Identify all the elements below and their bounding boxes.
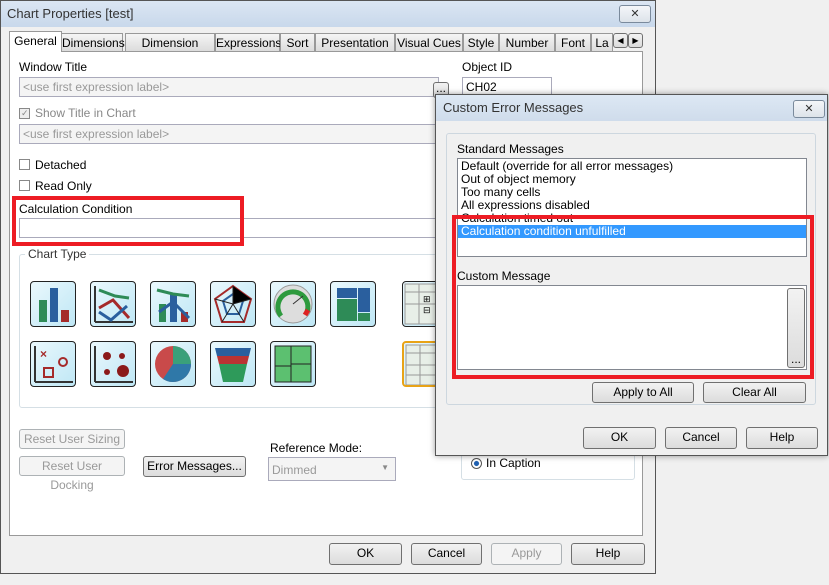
line-chart-icon[interactable] <box>90 281 136 327</box>
reset-user-sizing-button[interactable]: Reset User Sizing <box>19 429 125 449</box>
show-title-label: Show Title in Chart <box>35 106 136 120</box>
in-caption-label: In Caption <box>486 456 541 470</box>
highlight-box-calc-condition <box>12 196 244 246</box>
combo-chart-icon[interactable] <box>150 281 196 327</box>
error-dialog-title-bar: Custom Error Messages ✕ <box>436 95 827 121</box>
error-messages-button[interactable]: Error Messages... <box>143 456 246 477</box>
scatter-chart-icon[interactable]: × <box>30 341 76 387</box>
gauge-chart-icon[interactable] <box>270 281 316 327</box>
tab-general[interactable]: General <box>9 31 62 52</box>
funnel-chart-icon[interactable] <box>210 341 256 387</box>
tab-expressions[interactable]: Expressions <box>215 33 281 51</box>
tab-number[interactable]: Number <box>499 33 555 51</box>
block-chart-icon[interactable] <box>270 341 316 387</box>
error-ok-button[interactable]: OK <box>583 427 656 449</box>
tab-style[interactable]: Style <box>463 33 499 51</box>
reset-user-docking-button[interactable]: Reset User Docking <box>19 456 125 492</box>
tab-scroll-right[interactable]: ▶ <box>628 33 643 48</box>
grid-chart-icon[interactable] <box>90 341 136 387</box>
title-bar: Chart Properties [test] ✕ <box>1 1 655 27</box>
tab-presentation[interactable]: Presentation <box>315 33 395 51</box>
tab-sort[interactable]: Sort <box>280 33 315 51</box>
error-cancel-button[interactable]: Cancel <box>665 427 737 449</box>
svg-text:×: × <box>40 347 47 361</box>
apply-to-all-button[interactable]: Apply to All <box>592 382 694 403</box>
tab-font[interactable]: Font <box>555 33 591 51</box>
tab-scroll-left[interactable]: ◀ <box>613 33 628 48</box>
apply-button[interactable]: Apply <box>491 543 562 565</box>
chevron-down-icon: ▼ <box>381 463 389 472</box>
detached-label: Detached <box>35 158 87 172</box>
standard-messages-label: Standard Messages <box>457 142 564 156</box>
chart-type-label: Chart Type <box>25 247 90 261</box>
clear-all-button[interactable]: Clear All <box>703 382 806 403</box>
error-dialog-title: Custom Error Messages <box>443 100 584 115</box>
tab-dimension-limits[interactable]: Dimension Limits <box>125 33 215 68</box>
read-only-label: Read Only <box>35 179 92 193</box>
mekko-chart-icon[interactable] <box>330 281 376 327</box>
show-title-input[interactable]: <use first expression label> <box>19 124 449 144</box>
window-title-input[interactable]: <use first expression label> <box>19 77 439 97</box>
error-help-button[interactable]: Help <box>746 427 818 449</box>
highlight-box-custom-message <box>452 215 814 379</box>
ok-button[interactable]: OK <box>329 543 402 565</box>
show-title-checkbox[interactable]: ✓ <box>19 108 30 119</box>
svg-text:⊞: ⊞ <box>423 294 431 304</box>
dialog-title: Chart Properties [test] <box>7 6 134 21</box>
reference-mode-select[interactable]: Dimmed ▼ <box>268 457 396 481</box>
close-icon[interactable]: ✕ <box>793 100 825 118</box>
tab-la[interactable]: La <box>591 33 613 51</box>
read-only-checkbox[interactable] <box>19 180 30 191</box>
window-title-label: Window Title <box>19 60 88 74</box>
object-id-label: Object ID <box>462 60 513 74</box>
close-icon[interactable]: ✕ <box>619 5 651 23</box>
reference-mode-label: Reference Mode: <box>270 441 363 455</box>
cancel-button[interactable]: Cancel <box>411 543 482 565</box>
radar-chart-icon[interactable] <box>210 281 256 327</box>
tab-visual-cues[interactable]: Visual Cues <box>395 33 463 51</box>
pie-chart-icon[interactable] <box>150 341 196 387</box>
reference-mode-value: Dimmed <box>272 463 317 477</box>
tab-dimensions[interactable]: Dimensions <box>61 33 125 51</box>
in-caption-radio[interactable] <box>471 458 482 469</box>
bar-chart-icon[interactable] <box>30 281 76 327</box>
svg-text:⊟: ⊟ <box>423 305 431 315</box>
help-button[interactable]: Help <box>571 543 645 565</box>
detached-checkbox[interactable] <box>19 159 30 170</box>
